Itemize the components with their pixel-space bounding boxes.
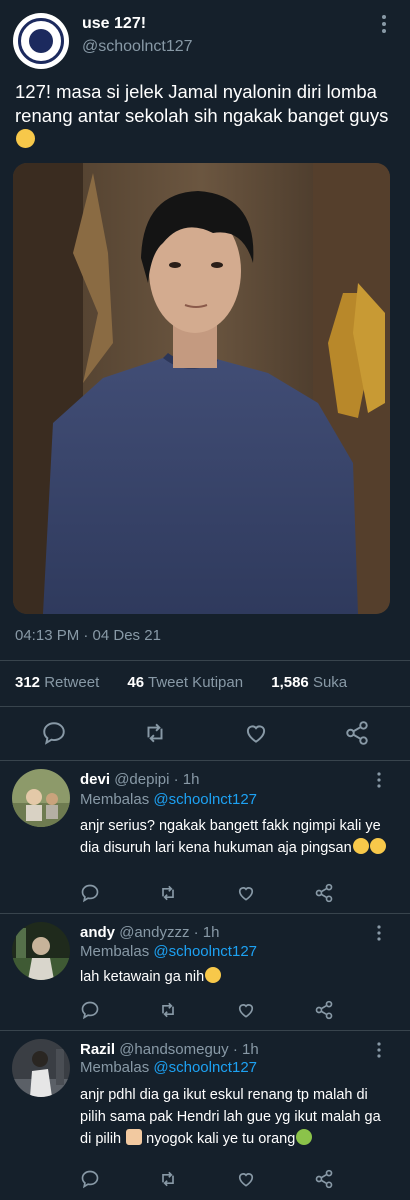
divider — [0, 660, 410, 661]
more-options-icon[interactable] — [375, 924, 383, 942]
reply-tweet[interactable]: andy @andyzzz · 1h Membalas @schoolnct12… — [0, 914, 410, 1030]
more-options-icon[interactable] — [375, 771, 383, 789]
photo-image — [13, 163, 390, 614]
author-name[interactable]: use 127! — [82, 15, 146, 33]
reply-author-handle[interactable]: @handsomeguy — [119, 1041, 228, 1058]
retweet-icon[interactable] — [158, 1169, 178, 1189]
reply-icon[interactable] — [80, 1000, 100, 1020]
retweet-icon[interactable] — [158, 883, 178, 903]
retweet-count: 312 — [15, 674, 41, 691]
share-icon[interactable] — [314, 1169, 334, 1189]
reply-avatar[interactable] — [12, 922, 70, 980]
reply-text: anjr pdhl dia ga ikut eskul renang tp ma… — [80, 1084, 390, 1150]
reply-time: · 1h — [173, 771, 200, 788]
reply-time: · 1h — [232, 1041, 259, 1058]
like-count-link[interactable]: 1,586 Suka — [271, 674, 359, 691]
replying-to: Membalas @schoolnct127 — [80, 943, 257, 960]
divider — [0, 706, 410, 707]
reply-tweet[interactable]: Razil @handsomeguy · 1h Membalas @school… — [0, 1031, 410, 1200]
reply-icon[interactable] — [41, 720, 67, 746]
tweet-text: 127! masa si jelek Jamal nyalonin diri l… — [15, 80, 400, 152]
rofl-emoji — [369, 838, 386, 854]
replying-to-handle[interactable]: @schoolnct127 — [153, 791, 257, 808]
replying-to: Membalas @schoolnct127 — [80, 791, 257, 808]
tweet-actions — [0, 720, 410, 750]
tweet-stats: 312 Retweet 46 Tweet Kutipan 1,586 Suka — [15, 674, 371, 691]
replying-prefix: Membalas — [80, 943, 150, 960]
reply-author-name[interactable]: andy — [80, 924, 115, 941]
reply-time: · 1h — [193, 924, 220, 941]
sob-emoji — [16, 129, 35, 148]
reply-author-name[interactable]: devi — [80, 771, 110, 788]
reply-author-name[interactable]: Razil — [80, 1041, 115, 1058]
reply-avatar[interactable] — [12, 1039, 70, 1097]
replying-to-handle[interactable]: @schoolnct127 — [153, 1059, 257, 1076]
replying-prefix: Membalas — [80, 791, 150, 808]
reply-author-handle[interactable]: @depipi — [114, 771, 169, 788]
replying-prefix: Membalas — [80, 1059, 150, 1076]
reply-avatar-image — [12, 1039, 70, 1097]
tweet-timestamp[interactable]: 04:13 PM · 04 Des 21 — [15, 627, 161, 644]
reply-text-body: anjr serius? ngakak bangett fakk ngimpi … — [80, 818, 381, 856]
person-shrugging-emoji — [126, 1129, 143, 1145]
like-icon[interactable] — [236, 1000, 256, 1020]
like-label: Suka — [312, 674, 348, 691]
retweet-count-link[interactable]: 312 Retweet — [15, 674, 111, 691]
tweet-text-body: 127! masa si jelek Jamal nyalonin diri l… — [15, 81, 389, 126]
tweet-photo[interactable] — [13, 163, 390, 614]
reply-text: lah ketawain ga nih — [80, 966, 390, 988]
quote-label: Tweet Kutipan — [148, 674, 244, 691]
reply-icon[interactable] — [80, 1169, 100, 1189]
reply-author-line: Razil @handsomeguy · 1h — [80, 1041, 259, 1058]
reply-icon[interactable] — [80, 883, 100, 903]
share-icon[interactable] — [344, 720, 370, 746]
reply-text-body: lah ketawain ga nih — [80, 969, 205, 985]
like-icon[interactable] — [243, 720, 269, 746]
reply-avatar-image — [12, 769, 70, 827]
quote-count: 46 — [127, 674, 145, 691]
nauseated-face-emoji — [296, 1129, 313, 1145]
reply-author-line: devi @depipi · 1h — [80, 771, 199, 788]
author-handle[interactable]: @schoolnct127 — [82, 38, 193, 56]
replying-to-handle[interactable]: @schoolnct127 — [153, 943, 257, 960]
rofl-emoji — [352, 838, 369, 854]
more-options-icon[interactable] — [375, 1041, 383, 1059]
reply-text-part2: nyogok kali ye tu orang — [146, 1131, 296, 1147]
reply-avatar[interactable] — [12, 769, 70, 827]
reply-author-line: andy @andyzzz · 1h — [80, 924, 219, 941]
like-icon[interactable] — [236, 883, 256, 903]
reply-text: anjr serius? ngakak bangett fakk ngimpi … — [80, 815, 390, 859]
replying-to: Membalas @schoolnct127 — [80, 1059, 257, 1076]
retweet-icon[interactable] — [158, 1000, 178, 1020]
share-icon[interactable] — [314, 883, 334, 903]
author-avatar[interactable] — [13, 13, 69, 69]
share-icon[interactable] — [314, 1000, 334, 1020]
like-count: 1,586 — [271, 674, 309, 691]
reply-tweet[interactable]: devi @depipi · 1h Membalas @schoolnct127… — [0, 761, 410, 913]
reply-author-handle[interactable]: @andyzzz — [119, 924, 189, 941]
retweet-icon[interactable] — [142, 720, 168, 746]
quote-count-link[interactable]: 46 Tweet Kutipan — [127, 674, 255, 691]
like-icon[interactable] — [236, 1169, 256, 1189]
school-crest-logo — [18, 18, 64, 64]
more-options-icon[interactable] — [378, 14, 390, 34]
rofl-emoji — [205, 967, 222, 983]
reply-avatar-image — [12, 922, 70, 980]
retweet-label: Retweet — [44, 674, 100, 691]
